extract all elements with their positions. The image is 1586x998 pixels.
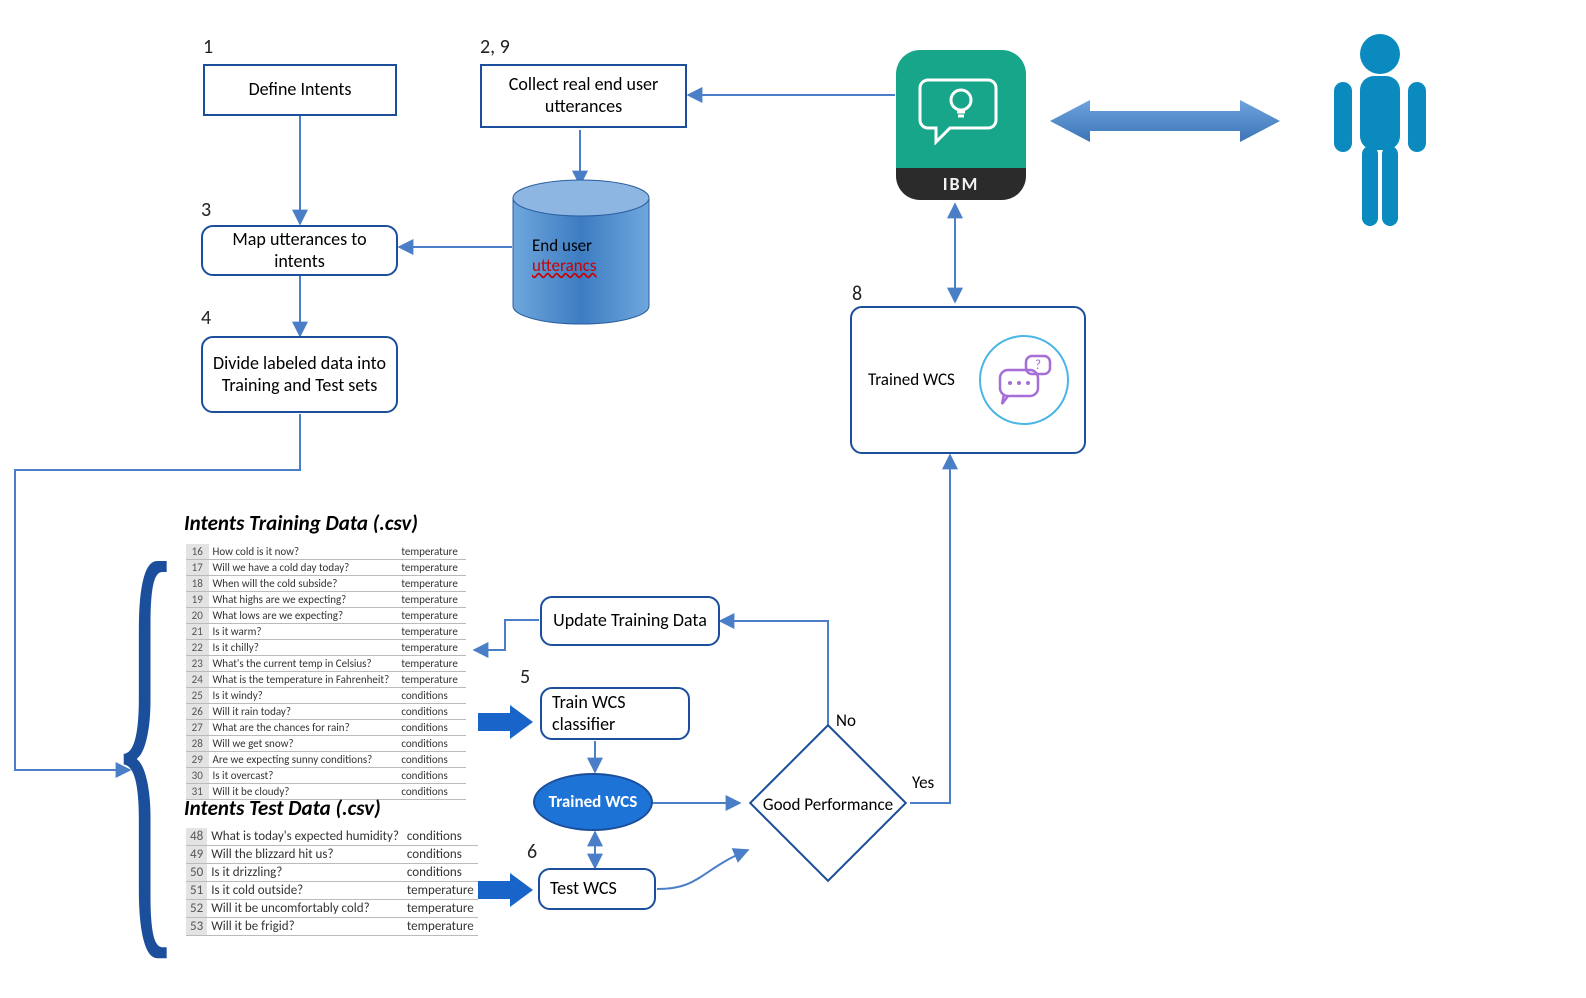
box-map-utterances: Map utterances to intents	[201, 225, 398, 276]
ibm-badge: IBM	[896, 50, 1026, 200]
table-row: 51Is it cold outside?temperature	[186, 882, 478, 900]
table-row: 29Are we expecting sunny conditions?cond…	[186, 752, 466, 768]
table-row: 16How cold is it now?temperature	[186, 544, 466, 560]
table-row: 20What lows are we expecting?temperature	[186, 608, 466, 624]
title-train: Intents Training Data (.csv)	[184, 510, 418, 536]
table-row: 26Will it rain today?conditions	[186, 704, 466, 720]
lightbulb-speech-icon	[918, 72, 1004, 146]
box-update-training: Update Training Data	[540, 596, 720, 646]
trained-wcs-label: Trained WCS	[868, 370, 955, 390]
num-1: 1	[203, 35, 213, 59]
table-row: 24What is the temperature in Fahrenheit?…	[186, 672, 466, 688]
svg-text:?: ?	[1035, 358, 1041, 373]
title-test: Intents Test Data (.csv)	[184, 795, 381, 821]
curly-brace: {	[111, 492, 180, 972]
table-row: 23What's the current temp in Celsius?tem…	[186, 656, 466, 672]
num-6: 6	[527, 840, 537, 864]
box-collect-utterances: Collect real end user utterances	[480, 64, 687, 128]
diagram-canvas: End user utterancs 1 Define Intents 2, 9…	[0, 0, 1586, 972]
table-row: 19What highs are we expecting?temperatur…	[186, 592, 466, 608]
table-row: 30Is it overcast?conditions	[186, 768, 466, 784]
table-row: 48What is today's expected humidity?cond…	[186, 828, 478, 846]
person-icon	[1320, 28, 1440, 243]
num-29: 2, 9	[480, 35, 510, 59]
table-row: 49Will the blizzard hit us?conditions	[186, 846, 478, 864]
box-test-wcs: Test WCS	[538, 868, 656, 910]
table-row: 53Will it be frigid?temperature	[186, 918, 478, 936]
box-divide-data: Divide labeled data into Training and Te…	[201, 336, 398, 413]
ibm-label: IBM	[896, 168, 1026, 200]
num-3: 3	[201, 198, 211, 222]
cyl-l1: End user	[532, 235, 592, 256]
chat-icon: ?	[978, 334, 1070, 426]
num-4: 4	[201, 306, 211, 330]
table-row: 27What are the chances for rain?conditio…	[186, 720, 466, 736]
num-8: 8	[852, 282, 862, 306]
diamond-good-perf	[749, 724, 907, 882]
box-define-intents: Define Intents	[203, 64, 397, 116]
table-test: 48What is today's expected humidity?cond…	[186, 828, 478, 936]
table-row: 28Will we get snow?conditions	[186, 736, 466, 752]
big-arrow-test	[478, 873, 533, 907]
table-row: 21Is it warm?temperature	[186, 624, 466, 640]
box-train-wcs: Train WCS classifier	[540, 687, 690, 740]
label-yes: Yes	[912, 772, 934, 793]
table-row: 18When will the cold subside?temperature	[186, 576, 466, 592]
table-row: 22Is it chilly?temperature	[186, 640, 466, 656]
bidir-arrow	[1050, 96, 1280, 146]
box-trained-wcs-deployed: Trained WCS ?	[850, 306, 1086, 454]
num-5: 5	[520, 665, 530, 689]
big-arrow-train	[478, 705, 533, 739]
cyl-l2: utterancs	[532, 255, 596, 276]
table-train: 16How cold is it now?temperature17Will w…	[186, 544, 466, 800]
table-row: 17Will we have a cold day today?temperat…	[186, 560, 466, 576]
table-row: 50Is it drizzling?conditions	[186, 864, 478, 882]
cylinder-db: End user utterancs	[510, 178, 652, 326]
label-no: No	[836, 710, 856, 731]
table-row: 52Will it be uncomfortably cold?temperat…	[186, 900, 478, 918]
ellipse-trained-wcs: Trained WCS	[533, 773, 653, 831]
table-row: 25Is it windy?conditions	[186, 688, 466, 704]
